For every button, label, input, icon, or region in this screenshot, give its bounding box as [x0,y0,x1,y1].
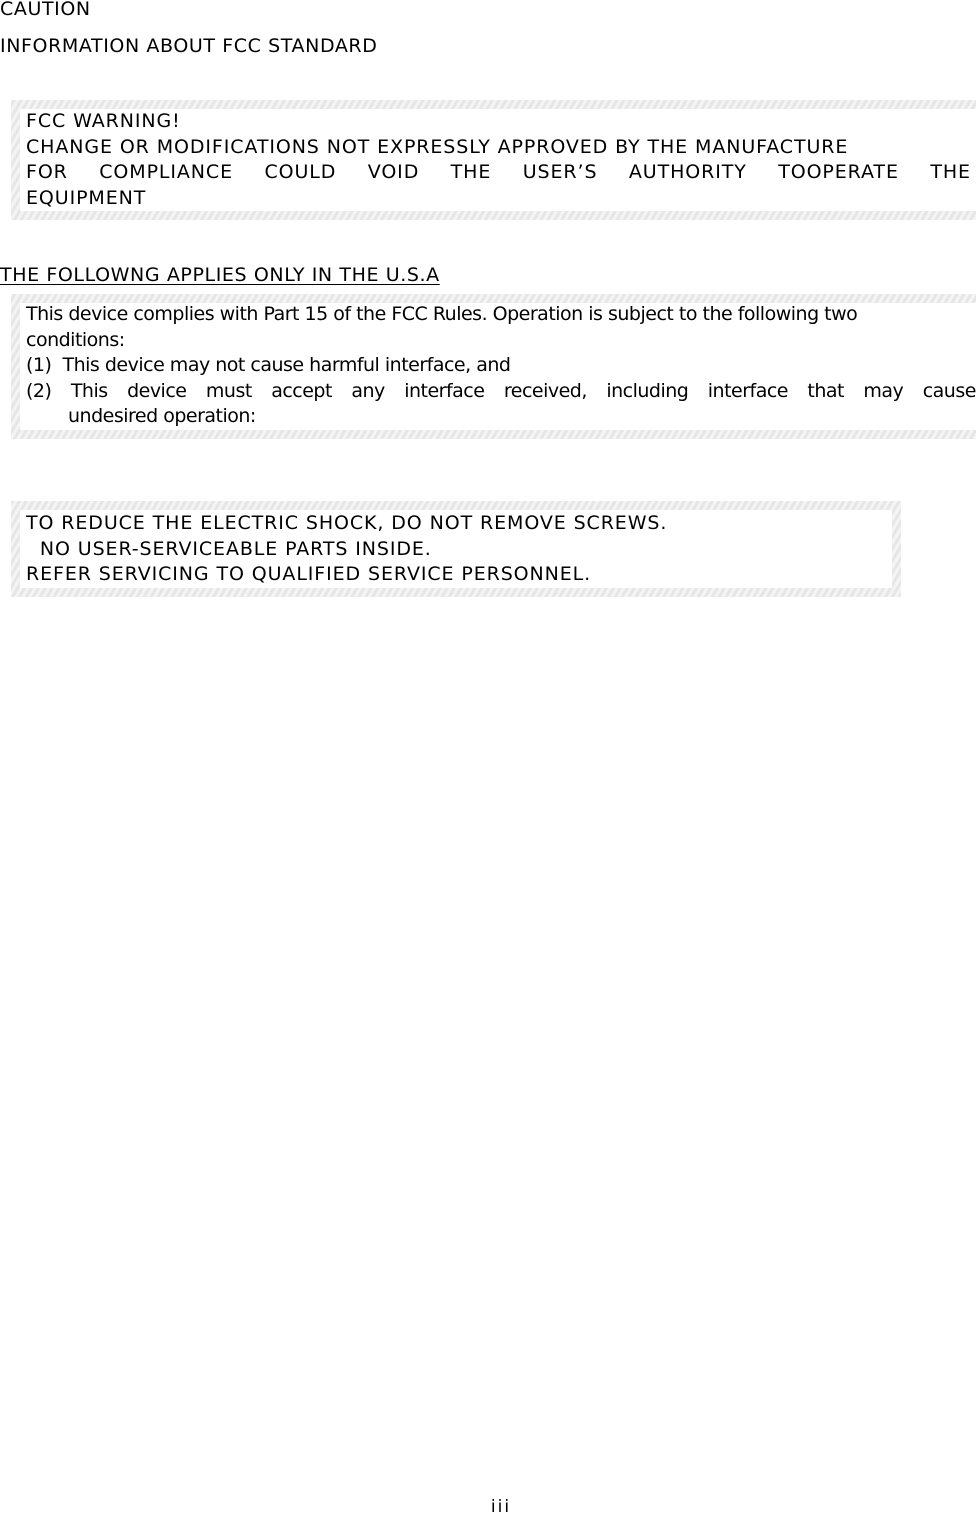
word: device [127,379,187,402]
usa-section-heading: THE FOLLOWNG APPLIES ONLY IN THE U.S.A [0,264,440,286]
word: (2) [26,379,52,402]
word: received, [503,379,588,402]
word: AUTHORITY [628,161,747,183]
page-number: iii [490,1497,512,1517]
usa-line-1: This device complies with Part 15 of the… [26,303,858,325]
fcc-warning-line-3: EQUIPMENT [26,186,147,209]
word: accept [271,379,332,402]
shock-line-3: REFER SERVICING TO QUALIFIED SERVICE PER… [26,563,592,585]
word: USER’S [522,161,598,183]
fcc-warning-line-1: CHANGE OR MODIFICATIONS NOT EXPRESSLY AP… [26,135,849,158]
usa-line-2: conditions: [26,328,125,351]
word: interface [707,379,789,402]
word: COMPLIANCE [99,161,233,183]
word: THE [930,161,971,183]
usa-item-2: (2) This device must accept any interface recei… [26,379,976,405]
usa-item-1: (1) This device may not cause harmful in… [26,354,511,376]
caution-title: CAUTION [0,0,91,20]
word: any [351,379,385,402]
word: This [70,379,108,402]
word: COULD [264,161,337,183]
shock-line-1: TO REDUCE THE ELECTRIC SHOCK, DO NOT REM… [26,512,668,534]
word: TOOPERATE [778,161,899,183]
fcc-warning-title: FCC WARNING! [26,110,181,132]
word: that [807,379,844,402]
word: interface [404,379,485,402]
word: cause [922,379,976,402]
word: must [205,379,252,402]
word: may [863,379,904,402]
word: THE [450,161,492,183]
word: VOID [367,161,420,183]
fcc-warning-line-2: FOR COMPLIANCE COULD VOID THE USER’S AUTHORITY… [26,160,971,186]
fcc-info-title: INFORMATION ABOUT FCC STANDARD [0,35,378,57]
shock-line-2: NO USER-SERVICEABLE PARTS INSIDE. [26,537,432,560]
word: FOR [26,161,68,183]
usa-item-2-continued: undesired operation: [68,405,256,427]
word: including [606,379,689,402]
